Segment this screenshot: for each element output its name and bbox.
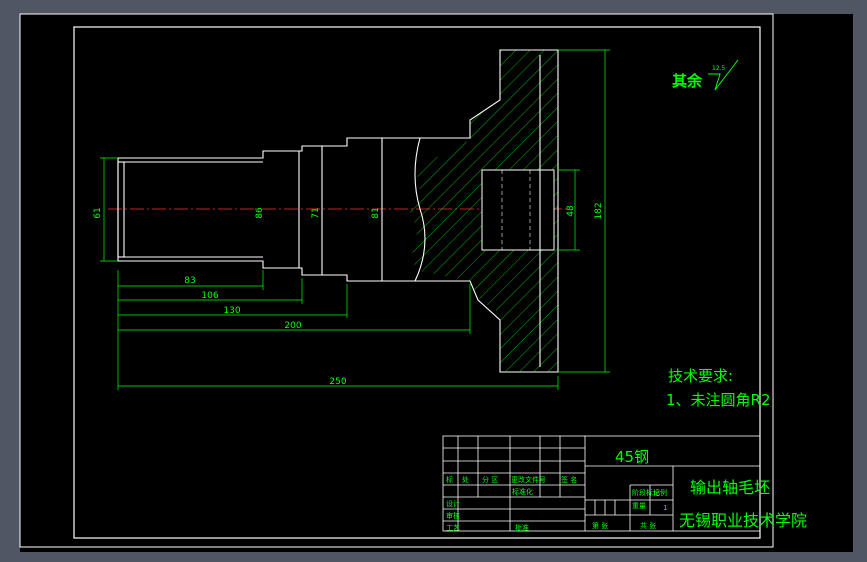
title-material: 45钢 (615, 448, 649, 466)
dim-len-106: 106 (201, 291, 218, 301)
rev-header-sign: 签 名 (561, 475, 577, 484)
dim-dia-81: 81 (371, 207, 381, 218)
rev-header-mark: 标 (446, 475, 453, 484)
roughness-value: 12.5 (712, 65, 726, 72)
tech-req-item: 1、未注圆角R2 (666, 391, 771, 409)
dim-dia-71: 71 (311, 207, 321, 218)
dim-len-83: 83 (184, 276, 195, 286)
scale-value: 1 (663, 504, 667, 512)
roughness-note: 其余 (672, 72, 703, 90)
tech-req-title: 技术要求: (668, 367, 733, 385)
rev-header-place: 处 (462, 475, 469, 484)
dim-dia-61: 61 (93, 207, 103, 218)
dim-dia-86: 86 (255, 207, 265, 219)
dim-dia-48: 48 (566, 205, 576, 217)
rev-header-zone: 分 区 (482, 475, 498, 484)
rev-header-docno: 更改文件号 (511, 475, 546, 484)
title-school: 无锡职业技术学院 (679, 511, 807, 530)
dim-len-130: 130 (223, 306, 240, 316)
sheet-inner-border (73, 26, 761, 539)
row-process: 工艺 (446, 524, 460, 532)
weight-label: 重量 (632, 502, 646, 510)
bore-outline (481, 169, 555, 251)
cad-viewport[interactable]: 61 86 71 81 48 182 83 106 130 200 250 其余… (0, 0, 867, 562)
row-std: 标准化 (512, 487, 533, 496)
dim-dia-182: 182 (594, 202, 604, 219)
sheets-label: 共 张 (640, 521, 656, 530)
scale-label: 比例 (653, 488, 667, 497)
row-check: 审核 (446, 511, 460, 520)
dim-len-250: 250 (329, 377, 346, 387)
row-design: 设计 (446, 499, 460, 508)
dim-len-200: 200 (284, 321, 301, 331)
sheet-label: 第 张 (592, 521, 608, 530)
row-approve: 批准 (515, 523, 529, 532)
title-part-name: 输出轴毛坯 (690, 478, 770, 497)
drawing-canvas[interactable]: 61 86 71 81 48 182 83 106 130 200 250 其余… (0, 0, 867, 562)
